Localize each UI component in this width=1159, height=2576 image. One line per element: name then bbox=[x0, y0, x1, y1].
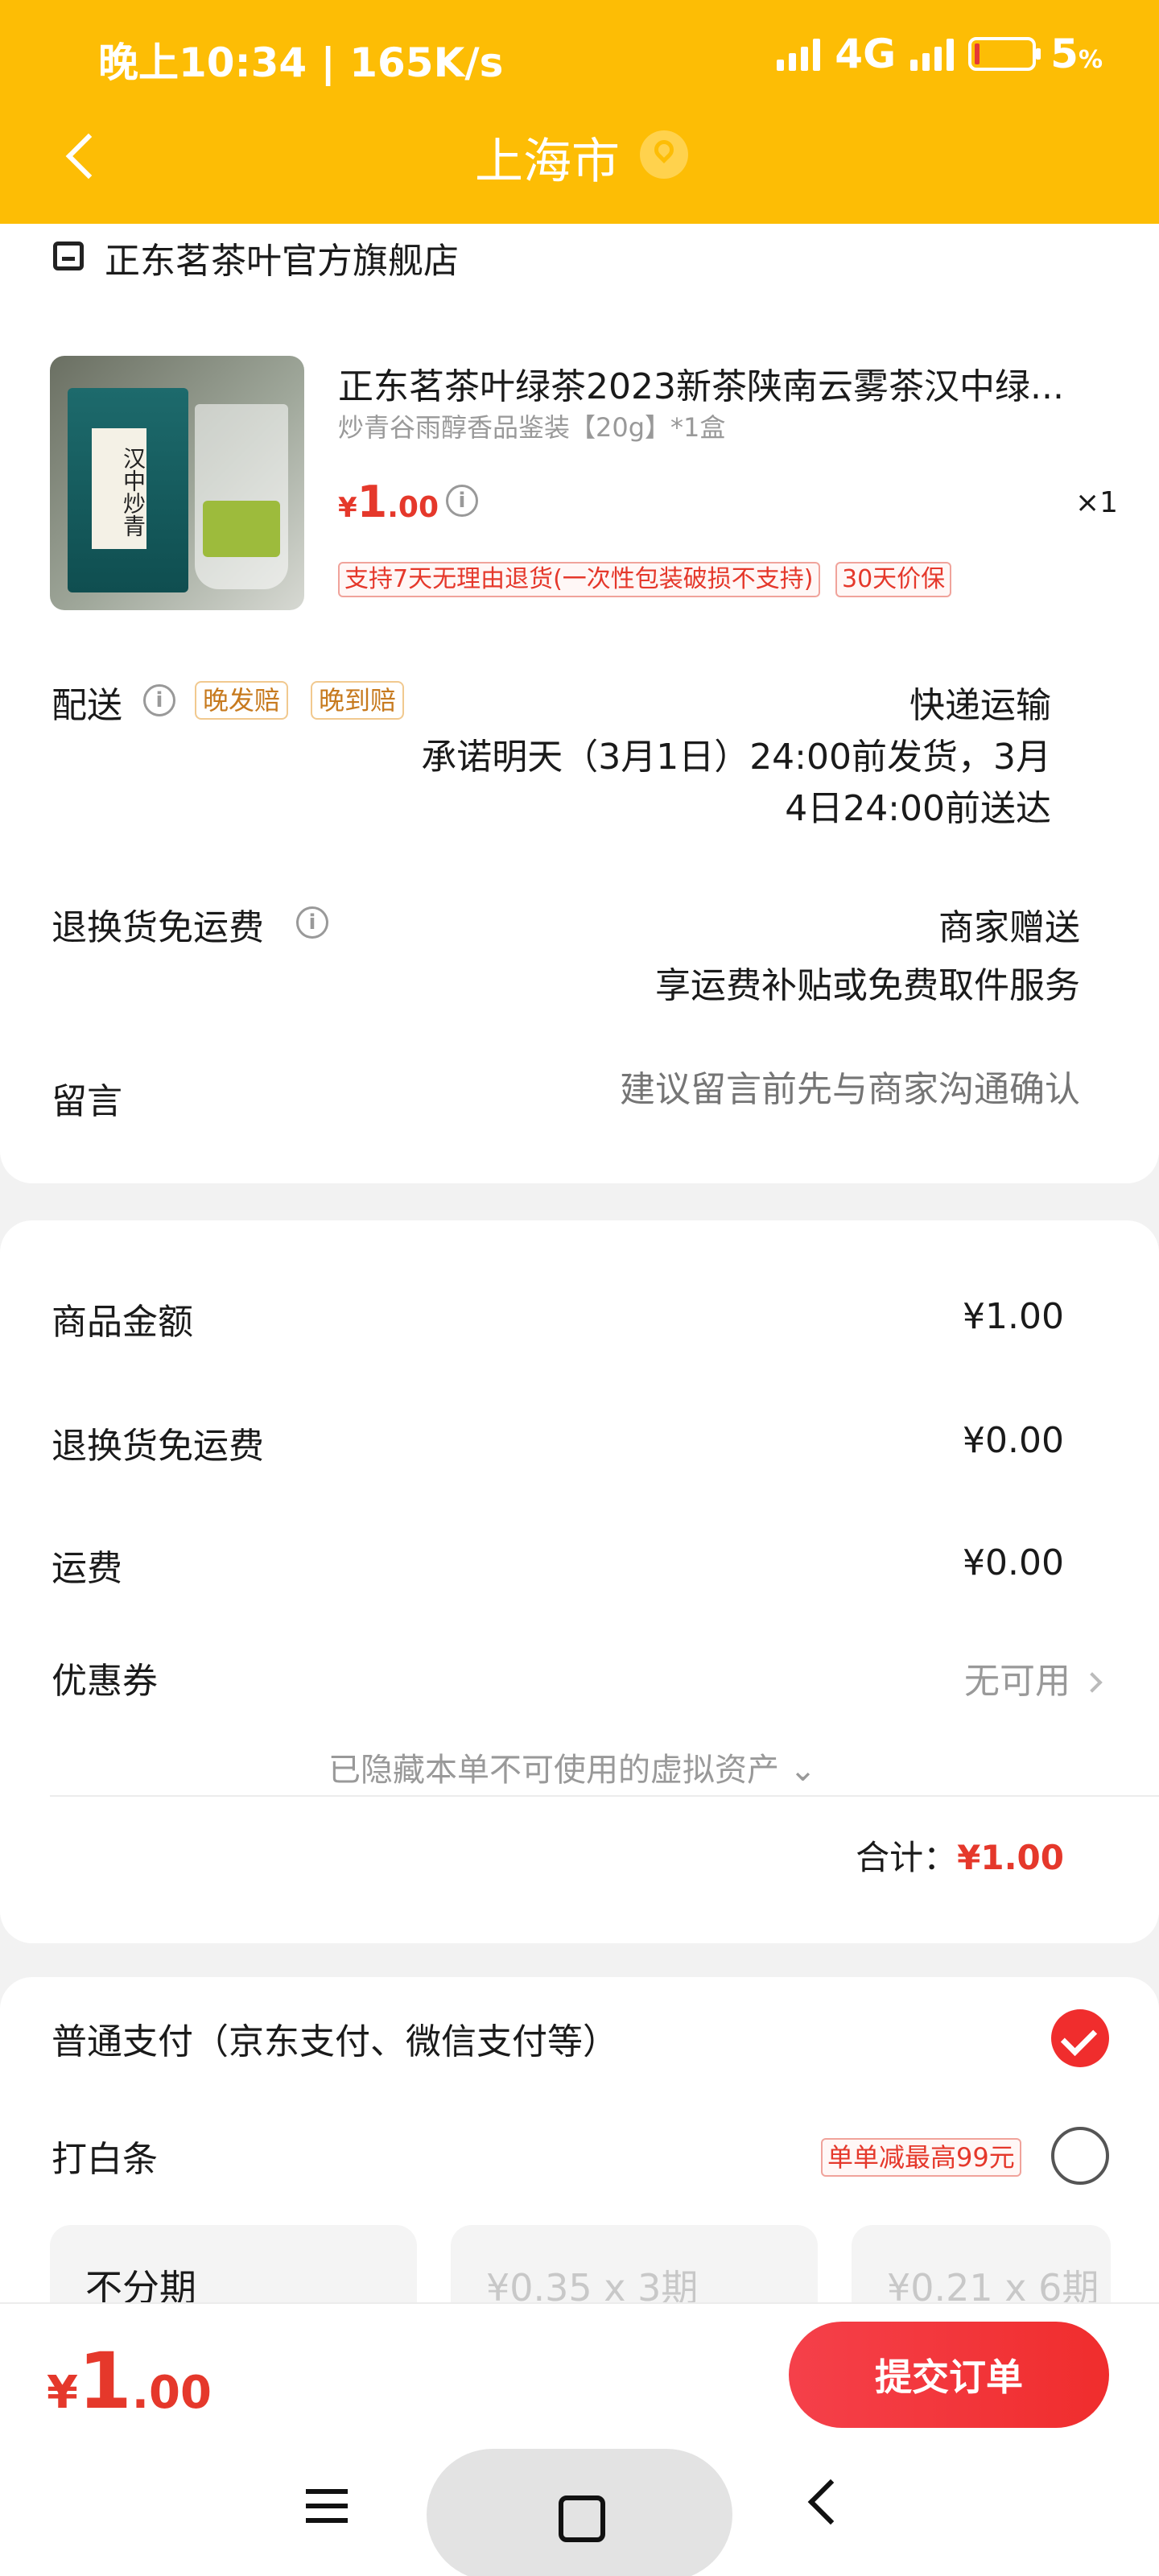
return-shipping-value: 商家赠送 bbox=[938, 907, 1080, 948]
checkout-total: ¥1.00 bbox=[47, 2336, 212, 2426]
product-title[interactable]: 正东茗茶叶绿茶2023新茶陕南云雾茶汉中绿... bbox=[338, 357, 1064, 409]
product-spec: 炒青谷雨醇香品鉴装【20g】*1盒 bbox=[338, 412, 726, 443]
delivery-promise-1: 承诺明天（3月1日）24:00前发货，3月 bbox=[421, 737, 1051, 778]
divider bbox=[50, 1795, 1159, 1797]
location-pin-icon[interactable] bbox=[640, 130, 688, 179]
hidden-assets-toggle[interactable]: 已隐藏本单不可使用的虚拟资产 ⌄ bbox=[328, 1744, 816, 1790]
freight-value: ¥0.00 bbox=[963, 1542, 1064, 1583]
return-policy-badge: 支持7天无理由退货(一次性包装破损不支持) bbox=[338, 562, 820, 597]
coupon-selector[interactable]: 无可用 bbox=[964, 1652, 1103, 1703]
return-fee-label: 退换货免运费 bbox=[52, 1426, 264, 1467]
price-protection-badge: 30天价保 bbox=[835, 562, 952, 597]
product-price: ¥1.00 bbox=[338, 477, 439, 527]
tea-box: 汉中炒青 bbox=[68, 388, 188, 592]
payment-card: 普通支付（京东支付、微信支付等） 打白条 单单减最高99元 不分期 ¥0.35 … bbox=[0, 1977, 1159, 2346]
order-card: 正东茗茶叶官方旗舰店 汉中炒青 正东茗茶叶绿茶2023新茶陕南云雾茶汉中绿...… bbox=[0, 224, 1159, 1183]
system-nav-bar bbox=[0, 2441, 1159, 2576]
price-info-icon[interactable]: i bbox=[446, 485, 478, 517]
baitiao-label[interactable]: 打白条 bbox=[52, 2130, 158, 2182]
product-image[interactable]: 汉中炒青 bbox=[50, 356, 304, 610]
status-time: 晚上10:34 | 165K/s bbox=[98, 39, 504, 86]
normal-payment-label[interactable]: 普通支付（京东支付、微信支付等） bbox=[52, 2013, 618, 2064]
status-icons: 4G 5% bbox=[777, 31, 1103, 77]
delivery-info-icon[interactable]: i bbox=[143, 684, 175, 716]
goods-amount-label: 商品金额 bbox=[52, 1302, 193, 1343]
product-quantity: ×1 bbox=[1075, 486, 1119, 519]
delivery-label: 配送 bbox=[52, 685, 122, 726]
late-arrive-tag: 晚到赔 bbox=[311, 681, 405, 720]
network-type: 4G bbox=[835, 31, 897, 77]
battery-level: 5% bbox=[1050, 31, 1103, 77]
shop-name[interactable]: 正东茗茶叶官方旗舰店 bbox=[105, 232, 459, 283]
message-label: 留言 bbox=[52, 1081, 122, 1122]
baitiao-radio[interactable] bbox=[1051, 2127, 1109, 2185]
chevron-right-icon bbox=[1082, 1672, 1103, 1693]
signal-icon-2 bbox=[910, 37, 955, 71]
chevron-down-icon: ⌄ bbox=[789, 1752, 817, 1789]
menu-icon[interactable] bbox=[306, 2489, 348, 2523]
tea-glass bbox=[195, 404, 288, 589]
nav-bar: 上海市 bbox=[0, 113, 1159, 201]
price-summary-card: 商品金额 ¥1.00 退换货免运费 ¥0.00 运费 ¥0.00 优惠券 无可用… bbox=[0, 1220, 1159, 1943]
return-shipping-info-icon[interactable]: i bbox=[296, 906, 328, 939]
return-shipping-desc: 享运费补贴或免费取件服务 bbox=[655, 965, 1080, 1006]
freight-label: 运费 bbox=[52, 1548, 122, 1589]
baitiao-promo-badge: 单单减最高99元 bbox=[821, 2138, 1021, 2177]
checkout-bar: ¥1.00 提交订单 bbox=[0, 2302, 1159, 2576]
page-title: 上海市 bbox=[475, 134, 620, 190]
delivery-method[interactable]: 快递运输 bbox=[909, 676, 1051, 728]
selected-check-icon[interactable] bbox=[1051, 2009, 1109, 2067]
message-input[interactable] bbox=[517, 1069, 1080, 1110]
late-ship-tag: 晚发赔 bbox=[195, 681, 289, 720]
status-bar: 晚上10:34 | 165K/s 4G 5% bbox=[0, 0, 1159, 113]
home-button[interactable] bbox=[427, 2449, 732, 2576]
submit-order-button[interactable]: 提交订单 bbox=[789, 2322, 1109, 2428]
header-bar: 晚上10:34 | 165K/s 4G 5% 上海市 bbox=[0, 0, 1159, 225]
store-icon bbox=[53, 242, 84, 270]
total-row: 合计：¥1.00 bbox=[856, 1838, 1064, 1877]
return-shipping-label: 退换货免运费 bbox=[52, 907, 264, 948]
back-button[interactable] bbox=[56, 129, 105, 185]
goods-amount-value: ¥1.00 bbox=[963, 1296, 1064, 1337]
battery-icon bbox=[968, 37, 1041, 71]
delivery-promise-2: 4日24:00前送达 bbox=[785, 788, 1051, 829]
system-back-icon[interactable] bbox=[807, 2479, 854, 2525]
signal-icon bbox=[777, 37, 821, 71]
coupon-label: 优惠券 bbox=[52, 1661, 158, 1702]
return-fee-value: ¥0.00 bbox=[963, 1420, 1064, 1461]
